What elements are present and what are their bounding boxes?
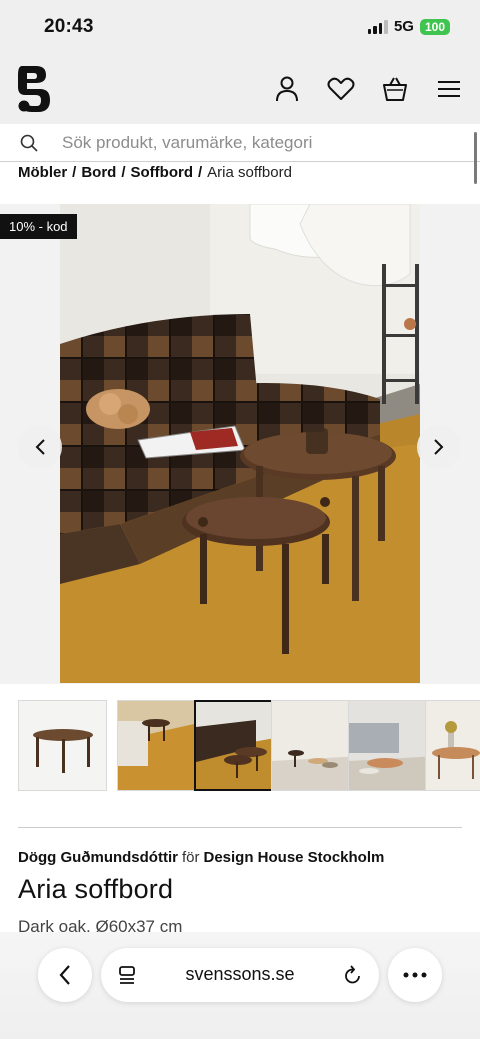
section-divider (18, 827, 462, 828)
reload-icon[interactable] (343, 964, 363, 991)
thumbnail-4[interactable] (271, 700, 360, 791)
thumbnail-6[interactable] (425, 700, 480, 791)
chevron-right-icon (434, 439, 444, 455)
breadcrumb-current: Aria soffbord (207, 164, 292, 181)
search-bar[interactable]: Sök produkt, varumärke, kategori (0, 124, 480, 162)
brand-name[interactable]: Design House Stockholm (203, 849, 384, 866)
page-scrollbar[interactable] (474, 132, 477, 184)
product-variant: Dark oak, Ø60x37 cm (18, 917, 183, 932)
breadcrumb-item-bord[interactable]: Bord (81, 164, 116, 181)
product-title: Aria soffbord (18, 874, 174, 904)
chevron-left-icon (59, 965, 70, 985)
breadcrumb-item-mobler[interactable]: Möbler (18, 164, 67, 181)
basket-icon[interactable] (380, 74, 410, 104)
gallery-prev-button[interactable] (18, 425, 62, 469)
more-icon (403, 972, 427, 978)
status-bar: 20:43 5G 100 (0, 0, 480, 54)
breadcrumb-item-soffbord[interactable]: Soffbord (131, 164, 193, 181)
product-main-image[interactable] (60, 204, 420, 683)
browser-toolbar: svenssons.se (0, 932, 480, 1039)
signal-icon (367, 19, 388, 34)
product-designer-line: Dögg Guðmundsdóttir för Design House Stock… (18, 849, 384, 866)
address-bar[interactable]: svenssons.se (101, 948, 379, 1002)
status-indicators: 5G 100 (367, 18, 450, 35)
thumbnail-5[interactable] (348, 700, 437, 791)
breadcrumb: Möbler / Bord / Soffbord / Aria soffbord (18, 164, 292, 181)
site-header (0, 54, 480, 124)
search-icon (20, 134, 38, 157)
svenssons-logo[interactable] (16, 66, 50, 112)
designer-name[interactable]: Dögg Guðmundsdóttir (18, 849, 178, 866)
breadcrumb-separator: / (198, 164, 203, 181)
battery-icon: 100 (419, 18, 450, 35)
chevron-left-icon (35, 439, 45, 455)
thumbnail-3[interactable] (194, 700, 283, 791)
thumbnail-1[interactable] (18, 700, 107, 791)
menu-icon[interactable] (434, 74, 464, 104)
promo-badge: 10% - kod (0, 214, 77, 239)
designer-for-label: för (181, 849, 200, 866)
account-icon[interactable] (272, 74, 302, 104)
heart-icon[interactable] (326, 74, 356, 104)
breadcrumb-separator: / (72, 164, 77, 181)
search-input[interactable]: Sök produkt, varumärke, kategori (62, 133, 312, 153)
browser-back-button[interactable] (38, 948, 92, 1002)
product-gallery: 10% - kod (0, 204, 480, 684)
url-text[interactable]: svenssons.se (101, 964, 379, 985)
more-options-button[interactable] (388, 948, 442, 1002)
network-label: 5G (393, 18, 414, 35)
status-time: 20:43 (44, 16, 94, 37)
breadcrumb-separator: / (121, 164, 126, 181)
thumbnail-2[interactable] (117, 700, 206, 791)
thumbnail-strip (0, 700, 480, 792)
gallery-next-button[interactable] (417, 425, 461, 469)
